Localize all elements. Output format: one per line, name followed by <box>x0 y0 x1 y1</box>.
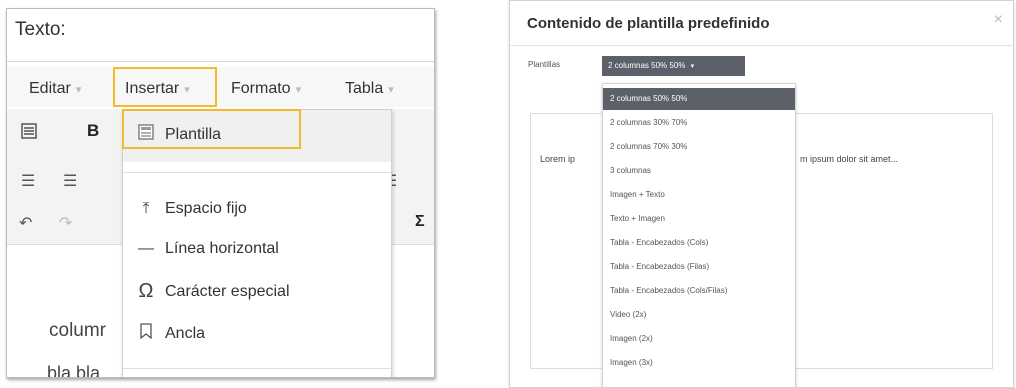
template-option[interactable]: Tabla - Encabezados (Cols/Filas) <box>603 280 795 302</box>
template-option[interactable]: Tabla - Encabezados (Cols) <box>603 232 795 254</box>
chevron-down-icon: ▾ <box>690 63 695 70</box>
align-left-icon[interactable]: ☰ <box>21 171 35 191</box>
text-field-label: Texto: <box>15 19 66 40</box>
divider <box>7 61 434 62</box>
plantilla-highlight <box>122 109 301 149</box>
insert-menu-item-linea-horizontal[interactable]: — Línea horizontal <box>135 240 279 258</box>
insert-menu-item-label: Carácter especial <box>165 282 290 300</box>
template-option[interactable]: Video (2x) <box>603 304 795 326</box>
template-option[interactable]: 3 columnas <box>603 160 795 182</box>
bookmark-icon <box>135 323 157 344</box>
template-option[interactable]: Imagen (2x) <box>603 328 795 350</box>
insert-menu-item-ancla[interactable]: Ancla <box>135 323 205 344</box>
menu-editar[interactable]: Editar ▾ <box>29 80 81 98</box>
template-option[interactable]: 2 columnas 70% 30% <box>603 136 795 158</box>
chevron-down-icon: ▾ <box>75 84 82 96</box>
preview-text-left: Lorem ip <box>540 154 576 164</box>
templates-label: Plantillas <box>528 60 561 69</box>
insert-menu-item-label: Espacio fijo <box>165 200 247 217</box>
divider <box>123 172 391 173</box>
chevron-down-icon: ▾ <box>295 84 302 96</box>
insert-menu-item-caracter-especial[interactable]: Ω Carácter especial <box>135 280 290 303</box>
bold-button[interactable]: B <box>87 121 99 141</box>
source-code-icon[interactable] <box>21 123 37 144</box>
template-option[interactable]: Imagen + Texto <box>603 184 795 206</box>
insert-menu-item-label: Línea horizontal <box>165 240 279 257</box>
chevron-down-icon: ▾ <box>388 84 394 96</box>
sigma-icon[interactable]: Σ <box>415 213 425 231</box>
align-center-icon[interactable]: ☰ <box>63 171 77 191</box>
insert-menu-item-espacio-fijo[interactable]: ⤒ Espacio fijo <box>135 200 247 218</box>
horizontal-line-icon: — <box>138 240 154 257</box>
divider <box>510 45 1013 46</box>
insert-menu-item-label: Ancla <box>165 324 206 342</box>
template-option[interactable]: Imagen (3x) <box>603 352 795 374</box>
preview-text-right: m ipsum dolor sit amet... <box>800 154 899 164</box>
template-option[interactable]: 2 columnas 50% 50% <box>603 88 795 110</box>
undo-icon[interactable]: ↶ <box>19 213 32 233</box>
insertar-highlight <box>113 67 217 107</box>
omega-icon: Ω <box>138 280 154 302</box>
template-option[interactable]: 2 columnas 30% 70% <box>603 112 795 134</box>
editor-text-line: bla bla <box>47 363 101 378</box>
templates-dropdown-list: 2 columnas 50% 50% 2 columnas 30% 70% 2 … <box>602 83 796 387</box>
close-icon[interactable]: × <box>994 11 1003 29</box>
dialog-title: Contenido de plantilla predefinido <box>527 15 770 32</box>
editor-menubar: Editar ▾ Insertar ▾ Formato ▾ Tabla ▾ <box>7 67 434 107</box>
editor-text-line: columr <box>49 320 107 341</box>
upload-icon: ⤒ <box>142 200 150 217</box>
templates-select[interactable]: 2 columnas 50% 50% ▾ <box>602 56 745 76</box>
menu-tabla[interactable]: Tabla ▾ <box>345 80 394 98</box>
redo-icon[interactable]: ↷ <box>59 213 72 233</box>
divider <box>123 368 391 369</box>
templates-select-value: 2 columnas 50% 50% <box>608 61 686 70</box>
template-dialog: Contenido de plantilla predefinido × Pla… <box>509 0 1014 388</box>
insert-menu-dropdown: Plantilla ⤒ Espacio fijo — Línea horizon… <box>122 109 392 377</box>
template-option[interactable]: Texto + Imagen <box>603 208 795 230</box>
template-option[interactable]: Tabla - Encabezados (Filas) <box>603 256 795 278</box>
menu-formato[interactable]: Formato ▾ <box>231 80 301 98</box>
editor-panel: Texto: Editar ▾ Insertar ▾ Formato ▾ Tabla ▾… <box>6 8 435 378</box>
